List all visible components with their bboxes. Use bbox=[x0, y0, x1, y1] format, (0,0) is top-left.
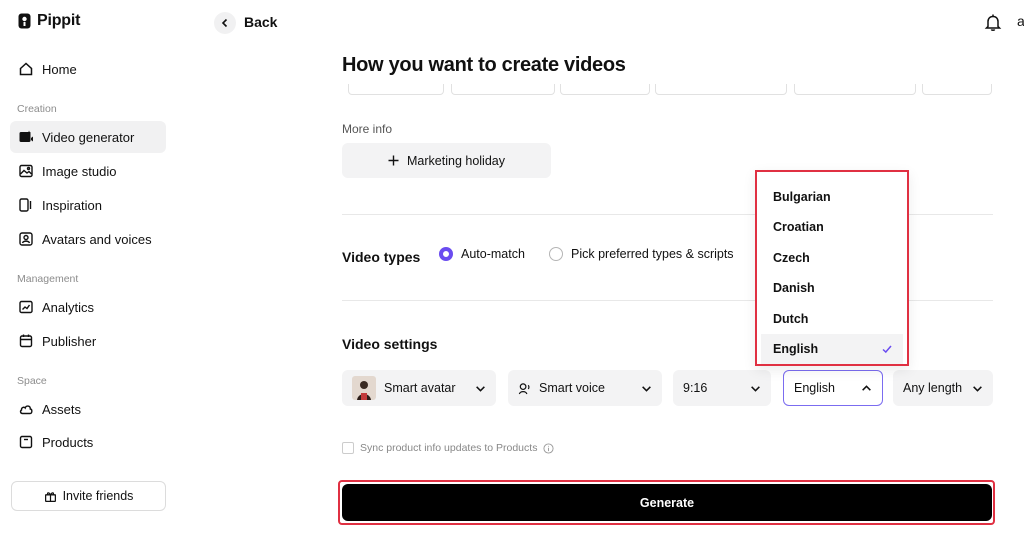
smart-voice-label: Smart voice bbox=[539, 381, 605, 395]
language-option-label: English bbox=[773, 342, 819, 356]
clipped-option[interactable] bbox=[348, 84, 444, 95]
sidebar-item-home[interactable]: Home bbox=[10, 53, 166, 85]
sync-product-row[interactable]: Sync product info updates to Products bbox=[342, 442, 554, 454]
avatar-thumbnail bbox=[352, 376, 376, 400]
section-label-management: Management bbox=[17, 273, 79, 285]
sidebar-item-label: Avatars and voices bbox=[42, 231, 152, 247]
chevron-down-icon bbox=[972, 383, 983, 394]
radio-selected-icon bbox=[439, 247, 453, 261]
home-icon bbox=[18, 61, 34, 77]
info-icon[interactable] bbox=[543, 442, 554, 454]
language-select[interactable]: English bbox=[783, 370, 883, 406]
page-title: How you want to create videos bbox=[342, 54, 626, 76]
clipped-option[interactable] bbox=[560, 84, 650, 95]
plus-icon bbox=[388, 155, 399, 166]
invite-friends-label: Invite friends bbox=[62, 489, 134, 503]
generate-button[interactable]: Generate bbox=[342, 484, 992, 521]
smart-voice-select[interactable]: Smart voice bbox=[508, 370, 662, 406]
cloud-icon bbox=[18, 401, 34, 417]
sidebar-item-label: Assets bbox=[42, 401, 82, 417]
language-option-bulgarian[interactable]: Bulgarian bbox=[761, 182, 903, 212]
video-types-label: Video types bbox=[342, 249, 421, 265]
sidebar-item-label: Video generator bbox=[42, 129, 135, 145]
clipped-option[interactable] bbox=[794, 84, 916, 95]
sync-label: Sync product info updates to Products bbox=[360, 442, 538, 454]
calendar-icon bbox=[18, 333, 34, 349]
product-icon bbox=[18, 434, 34, 450]
aspect-ratio-select[interactable]: 9:16 bbox=[673, 370, 771, 406]
checkmark-icon bbox=[881, 343, 893, 355]
video-generator-icon bbox=[18, 129, 34, 145]
clipped-options-row bbox=[342, 84, 993, 98]
clipped-option[interactable] bbox=[922, 84, 992, 95]
smart-avatar-label: Smart avatar bbox=[384, 381, 456, 395]
length-label: Any length bbox=[903, 381, 963, 395]
user-avatar[interactable]: a bbox=[1017, 13, 1024, 29]
sidebar-item-publisher[interactable]: Publisher bbox=[10, 325, 166, 357]
clipped-option[interactable] bbox=[451, 84, 555, 95]
sync-checkbox[interactable] bbox=[342, 442, 354, 454]
sidebar-item-label: Analytics bbox=[42, 299, 95, 315]
radio-unselected-icon bbox=[549, 247, 563, 261]
section-label-creation: Creation bbox=[17, 103, 57, 115]
sidebar-item-label: Publisher bbox=[42, 333, 97, 349]
language-label: English bbox=[794, 381, 835, 395]
aspect-ratio-label: 9:16 bbox=[683, 381, 708, 395]
avatar-voice-icon bbox=[18, 231, 34, 247]
video-settings-label: Video settings bbox=[342, 336, 438, 352]
sidebar-item-label: Home bbox=[42, 61, 77, 77]
radio-pick-preferred[interactable]: Pick preferred types & scripts bbox=[549, 247, 734, 261]
radio-label: Auto-match bbox=[461, 247, 525, 261]
inspiration-icon bbox=[18, 197, 34, 213]
sidebar-item-video-generator[interactable]: Video generator bbox=[10, 121, 166, 153]
smart-avatar-select[interactable]: Smart avatar bbox=[342, 370, 496, 406]
chevron-down-icon bbox=[475, 383, 486, 394]
sidebar-item-image-studio[interactable]: Image studio bbox=[10, 155, 166, 187]
language-option-english[interactable]: English bbox=[761, 334, 903, 364]
language-dropdown: Bulgarian Croatian Czech Danish Dutch En… bbox=[755, 170, 909, 366]
back-button[interactable] bbox=[214, 12, 236, 34]
length-select[interactable]: Any length bbox=[893, 370, 993, 406]
analytics-icon bbox=[18, 299, 34, 315]
radio-label: Pick preferred types & scripts bbox=[571, 247, 734, 261]
notification-bell-icon[interactable] bbox=[984, 13, 1002, 32]
more-info-label: More info bbox=[342, 122, 393, 136]
marketing-holiday-label: Marketing holiday bbox=[407, 153, 505, 168]
radio-auto-match[interactable]: Auto-match bbox=[439, 247, 525, 261]
language-option-dutch[interactable]: Dutch bbox=[761, 304, 903, 334]
chevron-down-icon bbox=[641, 383, 652, 394]
language-option-croatian[interactable]: Croatian bbox=[761, 212, 903, 242]
sidebar-item-label: Image studio bbox=[42, 163, 117, 179]
chevron-up-icon bbox=[861, 383, 872, 394]
sidebar-item-products[interactable]: Products bbox=[10, 426, 166, 458]
image-studio-icon bbox=[18, 163, 34, 179]
language-option-danish[interactable]: Danish bbox=[761, 273, 903, 303]
sidebar-item-assets[interactable]: Assets bbox=[10, 393, 166, 425]
sidebar-item-avatars-and-voices[interactable]: Avatars and voices bbox=[10, 223, 166, 255]
pippit-logo-icon bbox=[18, 13, 31, 29]
gift-icon bbox=[44, 490, 57, 503]
chevron-down-icon bbox=[750, 383, 761, 394]
sidebar-item-analytics[interactable]: Analytics bbox=[10, 291, 166, 323]
chevron-left-icon bbox=[220, 18, 230, 28]
app-logo[interactable]: Pippit bbox=[18, 12, 80, 30]
app-name: Pippit bbox=[37, 12, 81, 29]
section-label-space: Space bbox=[17, 375, 47, 387]
sidebar-item-inspiration[interactable]: Inspiration bbox=[10, 189, 166, 221]
back-label[interactable]: Back bbox=[244, 14, 277, 30]
sidebar-item-label: Inspiration bbox=[42, 197, 102, 213]
marketing-holiday-button[interactable]: Marketing holiday bbox=[342, 143, 551, 178]
voice-icon bbox=[518, 382, 531, 395]
invite-friends-button[interactable]: Invite friends bbox=[11, 481, 166, 511]
sidebar-item-label: Products bbox=[42, 434, 94, 450]
language-option-czech[interactable]: Czech bbox=[761, 243, 903, 273]
clipped-option[interactable] bbox=[655, 84, 787, 95]
